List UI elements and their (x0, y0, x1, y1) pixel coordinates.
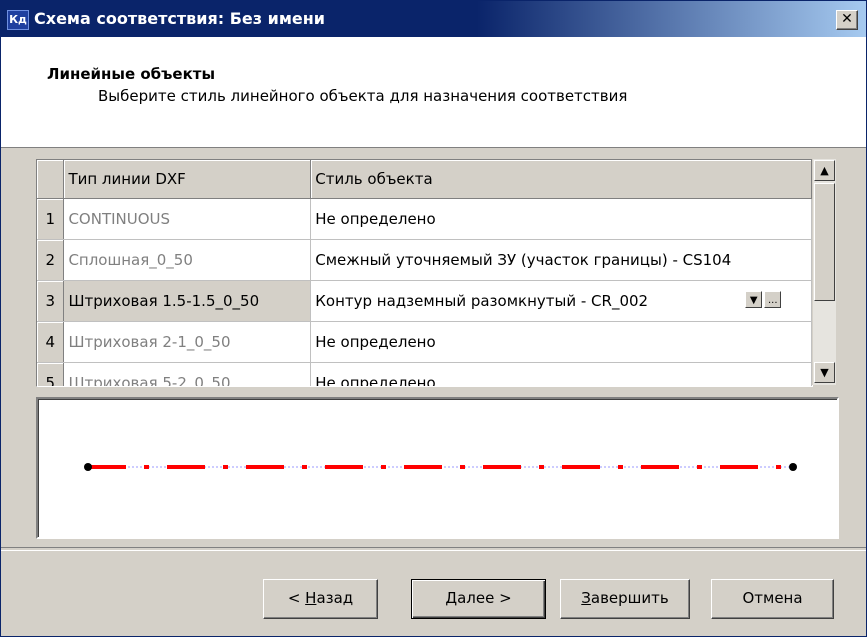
next-accel: Д (445, 589, 458, 607)
grid-corner (37, 160, 65, 199)
style-combo-value[interactable]: Контур надземный разомкнутый - CR_002 (315, 292, 648, 310)
style-combo-cell[interactable]: Контур надземный разомкнутый - CR_002 ▼ … (310, 280, 812, 322)
line-style-preview (36, 397, 839, 539)
style-cell[interactable]: Не определено (310, 198, 812, 240)
grid-vertical-scrollbar[interactable]: ▲ ▼ (812, 159, 836, 385)
row-number: 1 (37, 198, 65, 240)
app-icon: Кд (7, 10, 29, 30)
style-cell[interactable]: Не определено (310, 362, 812, 386)
scroll-down-button[interactable]: ▼ (814, 362, 835, 383)
back-label: азад (316, 589, 354, 607)
table-row[interactable]: 1 CONTINUOUS Не определено (37, 198, 812, 240)
column-header-object-style[interactable]: Стиль объекта (310, 160, 812, 199)
line-type-cell[interactable]: Сплошная_0_50 (63, 239, 312, 281)
wizard-header: Линейные объекты Выберите стиль линейног… (1, 37, 866, 148)
finish-accel: З (581, 589, 591, 607)
finish-button[interactable]: Завершить (560, 579, 690, 619)
mapping-grid: Тип линии DXF Стиль объекта 1 CONTINUOUS… (36, 159, 813, 387)
page-subtitle: Выберите стиль линейного объекта для наз… (98, 87, 628, 105)
row-number: 3 (37, 280, 65, 322)
row-number: 5 (37, 362, 65, 386)
line-type-cell[interactable]: Штриховая 2-1_0_50 (63, 321, 312, 363)
style-cell[interactable]: Смежный уточняемый ЗУ (участок границы) … (310, 239, 812, 281)
next-button[interactable]: Далее > (411, 579, 546, 619)
style-cell[interactable]: Не определено (310, 321, 812, 363)
back-accel: Н (305, 589, 317, 607)
preview-start-point (84, 463, 92, 471)
preview-end-point (789, 463, 797, 471)
combo-dropdown-button[interactable]: ▼ (745, 291, 763, 308)
cancel-button[interactable]: Отмена (711, 579, 834, 619)
grid-header-row: Тип линии DXF Стиль объекта (37, 160, 812, 199)
table-row[interactable]: 2 Сплошная_0_50 Смежный уточняемый ЗУ (у… (37, 239, 812, 281)
finish-label: авершить (590, 589, 669, 607)
table-row[interactable]: 5 Штриховая 5-2_0_50 Не определено (37, 362, 812, 386)
line-preview-graphic (84, 463, 797, 471)
ellipsis-button[interactable]: ... (764, 291, 782, 308)
line-type-cell[interactable]: Штриховая 5-2_0_50 (63, 362, 312, 386)
close-button[interactable]: ✕ (836, 10, 858, 30)
button-separator (1, 547, 866, 551)
dialog-window: Кд Схема соответствия: Без имени ✕ Линей… (0, 0, 867, 637)
scroll-up-button[interactable]: ▲ (814, 160, 835, 181)
title-bar[interactable]: Кд Схема соответствия: Без имени ✕ (1, 1, 866, 37)
line-type-cell[interactable]: Штриховая 1.5-1.5_0_50 (63, 280, 312, 322)
back-prefix: < (287, 589, 306, 607)
scroll-thumb[interactable] (814, 183, 835, 301)
next-label: алее > (457, 589, 512, 607)
table-row-selected[interactable]: 3 Штриховая 1.5-1.5_0_50 Контур надземны… (37, 280, 812, 322)
column-header-line-type[interactable]: Тип линии DXF (63, 160, 312, 199)
window-title: Схема соответствия: Без имени (34, 9, 326, 28)
table-row[interactable]: 4 Штриховая 2-1_0_50 Не определено (37, 321, 812, 363)
row-number: 2 (37, 239, 65, 281)
back-button[interactable]: < Назад (263, 579, 378, 619)
row-number: 4 (37, 321, 65, 363)
line-type-cell[interactable]: CONTINUOUS (63, 198, 312, 240)
page-title: Линейные объекты (47, 65, 216, 83)
